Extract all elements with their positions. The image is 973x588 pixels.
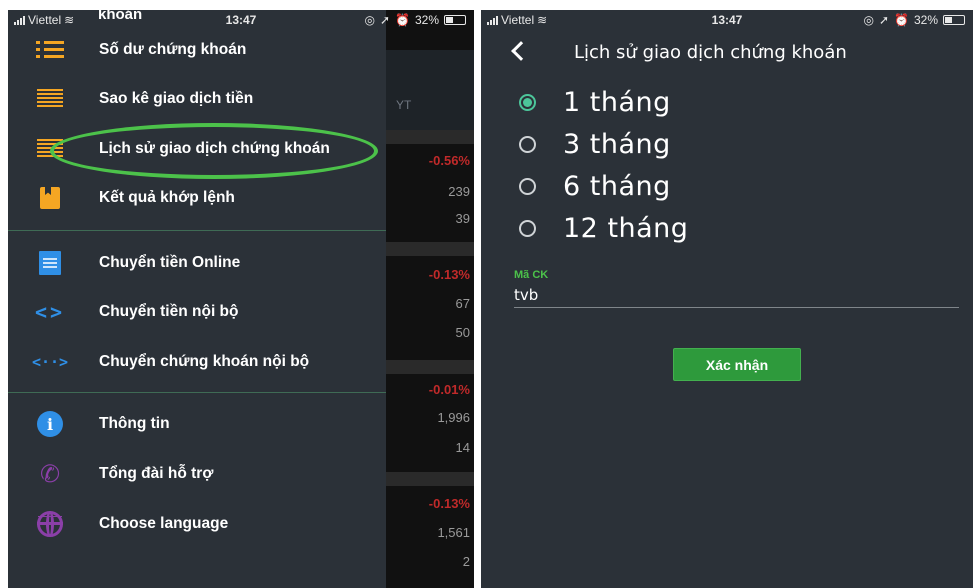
- table-cell: 2: [462, 554, 470, 569]
- table-cell: 67: [455, 296, 470, 311]
- change-percent: -0.13%: [428, 267, 470, 282]
- period-option-3-months[interactable]: 3 tháng: [519, 124, 671, 164]
- menu-item-label: Lịch sử giao dịch chứng khoán: [99, 140, 330, 157]
- change-percent: -0.13%: [428, 496, 470, 511]
- table-header-label: YT: [396, 98, 412, 112]
- table-cell: 39: [455, 211, 470, 226]
- period-option-12-months[interactable]: 12 tháng: [519, 208, 688, 248]
- lines-icon: [36, 135, 64, 163]
- menu-item-label: Sao kê giao dịch tiền: [99, 90, 254, 107]
- battery-percent: 32%: [414, 13, 439, 27]
- stock-code-label: Mã CK: [514, 269, 549, 281]
- menu-divider: [8, 230, 386, 231]
- menu-item-match-results[interactable]: Kết quả khớp lệnh: [8, 176, 386, 220]
- battery-icon: [444, 15, 466, 25]
- status-bar: Viettel ≋ 13:47 ◎ ➚ ⏰ 32%: [8, 10, 474, 32]
- confirm-button[interactable]: Xác nhận: [673, 348, 801, 381]
- page-title: Lịch sử giao dịch chứng khoán: [574, 42, 847, 63]
- info-icon: i: [36, 410, 64, 438]
- location-icon: ➚: [878, 13, 890, 27]
- row-separator: [386, 472, 474, 486]
- period-option-label: 12 tháng: [563, 212, 689, 244]
- location-icon: ➚: [379, 13, 391, 27]
- battery-percent: 32%: [913, 13, 938, 27]
- lock-rotation-icon: ◎: [863, 13, 874, 27]
- radio-unselected-icon[interactable]: [519, 219, 536, 237]
- background-trading-table: YT -0.56% 239 39 -0.13% 67 50 -0.01% 1,9…: [386, 10, 474, 588]
- list-icon: [36, 36, 64, 64]
- menu-item-securities-balance[interactable]: Số dư chứng khoán: [8, 28, 386, 72]
- radio-unselected-icon[interactable]: [519, 177, 536, 195]
- menu-item-label: Số dư chứng khoán: [99, 41, 247, 58]
- menu-item-label: Kết quả khớp lệnh: [99, 189, 235, 206]
- alarm-icon: ⏰: [395, 13, 410, 27]
- battery-icon: [943, 15, 965, 25]
- change-percent: -0.56%: [428, 153, 470, 168]
- menu-item-label: Thông tin: [99, 415, 170, 432]
- row-separator: [386, 242, 474, 256]
- change-percent: -0.01%: [428, 382, 470, 397]
- menu-item-label: Choose language: [99, 515, 229, 532]
- left-screen: YT -0.56% 239 39 -0.13% 67 50 -0.01% 1,9…: [8, 10, 474, 588]
- period-option-label: 3 tháng: [563, 128, 671, 160]
- menu-item-label: Chuyển tiền nội bộ: [99, 303, 239, 320]
- globe-icon: [36, 510, 64, 538]
- radio-unselected-icon[interactable]: [519, 135, 536, 153]
- table-cell: 1,561: [437, 525, 470, 540]
- menu-item-internal-transfer[interactable]: <> Chuyển tiền nội bộ: [8, 290, 386, 334]
- menu-item-choose-language[interactable]: Choose language: [8, 502, 386, 546]
- menu-item-online-transfer[interactable]: Chuyển tiền Online: [8, 241, 386, 285]
- bookmark-icon: [36, 184, 64, 212]
- back-chevron-icon[interactable]: [505, 37, 533, 65]
- status-bar: Viettel ≋ 13:47 ◎ ➚ ⏰ 32%: [481, 10, 973, 32]
- menu-item-internal-securities-transfer[interactable]: <··> Chuyển chứng khoán nội bộ: [8, 340, 386, 384]
- table-header: [386, 50, 474, 130]
- lines-icon: [36, 85, 64, 113]
- table-cell: 50: [455, 325, 470, 340]
- stock-code-input[interactable]: [514, 282, 959, 308]
- receipt-icon: [36, 249, 64, 277]
- table-cell: 239: [448, 184, 470, 199]
- row-separator: [386, 130, 474, 144]
- menu-item-label: Tổng đài hỗ trợ: [99, 465, 214, 482]
- right-screen: Viettel ≋ 13:47 ◎ ➚ ⏰ 32% Lịch sử giao d…: [481, 10, 973, 588]
- menu-item-support-hotline[interactable]: ✆ Tổng đài hỗ trợ: [8, 452, 386, 496]
- menu-item-info[interactable]: i Thông tin: [8, 402, 386, 446]
- menu-item-securities-history[interactable]: Lịch sử giao dịch chứng khoán: [8, 127, 386, 171]
- transfer-arrows-icon: <··>: [31, 353, 69, 371]
- table-cell: 14: [455, 440, 470, 455]
- code-arrows-icon: <>: [34, 300, 66, 324]
- lock-rotation-icon: ◎: [364, 13, 375, 27]
- menu-item-label: Chuyển chứng khoán nội bộ: [99, 353, 310, 370]
- menu-divider: [8, 392, 386, 393]
- nav-bar: Lịch sử giao dịch chứng khoán: [481, 32, 973, 74]
- alarm-icon: ⏰: [894, 13, 909, 27]
- menu-item-cash-statement[interactable]: Sao kê giao dịch tiền: [8, 77, 386, 121]
- radio-selected-icon[interactable]: [519, 93, 536, 111]
- navigation-drawer: khoán Số dư chứng khoán Sao kê giao dịch…: [8, 10, 386, 588]
- period-option-label: 1 tháng: [563, 86, 671, 118]
- row-separator: [386, 360, 474, 374]
- menu-item-label: Chuyển tiền Online: [99, 254, 241, 271]
- phone-icon: ✆: [39, 460, 61, 488]
- period-option-label: 6 tháng: [563, 170, 671, 202]
- period-option-1-month[interactable]: 1 tháng: [519, 82, 671, 122]
- table-cell: 1,996: [437, 410, 470, 425]
- period-option-6-months[interactable]: 6 tháng: [519, 166, 671, 206]
